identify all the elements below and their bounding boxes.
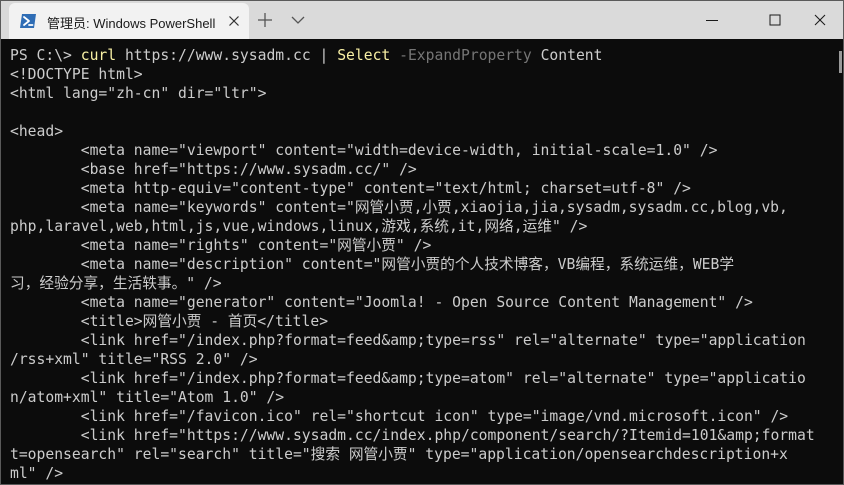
output-line: t=opensearch" rel="search" title="搜索 网管小…: [10, 446, 788, 463]
minimize-icon[interactable]: [703, 12, 721, 28]
output-line: <meta name="rights" content="网管小贾" />: [10, 237, 432, 254]
tab-powershell[interactable]: 管理员: Windows PowerShell: [9, 3, 249, 39]
command-value: Content: [531, 47, 603, 64]
output-line: <link href="/index.php?format=feed&amp;t…: [10, 370, 806, 387]
output-line: <link href="/index.php?format=feed&amp;t…: [10, 332, 806, 349]
maximize-icon[interactable]: [767, 12, 783, 28]
chevron-down-icon[interactable]: [289, 12, 307, 28]
output-line: <base href="https://www.sysadm.cc/" />: [10, 161, 417, 178]
close-window-icon[interactable]: [811, 11, 829, 29]
terminal-text: PS C:\> curl https://www.sysadm.cc | Sel…: [10, 46, 815, 483]
scrollbar-thumb[interactable]: [839, 51, 842, 73]
output-line: n/atom+xml" title="Atom 1.0" />: [10, 389, 285, 406]
command-select: Select: [337, 47, 391, 64]
title-bar[interactable]: 管理员: Windows PowerShell: [1, 1, 843, 39]
output-line: <meta http-equiv="content-type" content=…: [10, 180, 691, 197]
output-line: /rss+xml" title="RSS 2.0" />: [10, 351, 258, 368]
vertical-scrollbar[interactable]: [837, 39, 843, 484]
new-tab-plus-icon[interactable]: [255, 10, 275, 30]
output-line: <meta name="keywords" content="网管小贾,小贾,x…: [10, 199, 788, 216]
command-param: -ExpandProperty: [390, 47, 532, 64]
output-line: <head>: [10, 123, 64, 140]
command-cmdlet: curl: [80, 47, 117, 64]
command-pipe: |: [319, 47, 338, 64]
output-line: <html lang="zh-cn" dir="ltr">: [10, 85, 267, 102]
prompt-text: PS C:\>: [10, 47, 81, 64]
close-tab-icon[interactable]: [225, 12, 243, 30]
command-url: https://www.sysadm.cc: [116, 47, 320, 64]
output-line: <link href="https://www.sysadm.cc/index.…: [10, 427, 815, 444]
output-line: <meta name="viewport" content="width=dev…: [10, 142, 718, 159]
powershell-icon: [20, 14, 36, 28]
output-line: <!DOCTYPE html>: [10, 66, 143, 83]
output-line: php,laravel,web,html,js,vue,windows,linu…: [10, 218, 588, 235]
output-line: <link href="/favicon.ico" rel="shortcut …: [10, 408, 789, 425]
tab-title: 管理员: Windows PowerShell: [47, 16, 216, 31]
output-line: <meta name="description" content="网管小贾的个…: [10, 256, 735, 273]
terminal-output-area[interactable]: PS C:\> curl https://www.sysadm.cc | Sel…: [1, 39, 835, 484]
output-line: ml" />: [10, 465, 64, 482]
output-line: 习，经验分享，生活轶事。" />: [10, 275, 222, 292]
output-line: <title>网管小贾 - 首页</title>: [10, 313, 329, 330]
terminal-window: 管理员: Windows PowerShell PS C:\> curl htt…: [0, 0, 844, 485]
output-line: <meta name="generator" content="Joomla! …: [10, 294, 753, 311]
